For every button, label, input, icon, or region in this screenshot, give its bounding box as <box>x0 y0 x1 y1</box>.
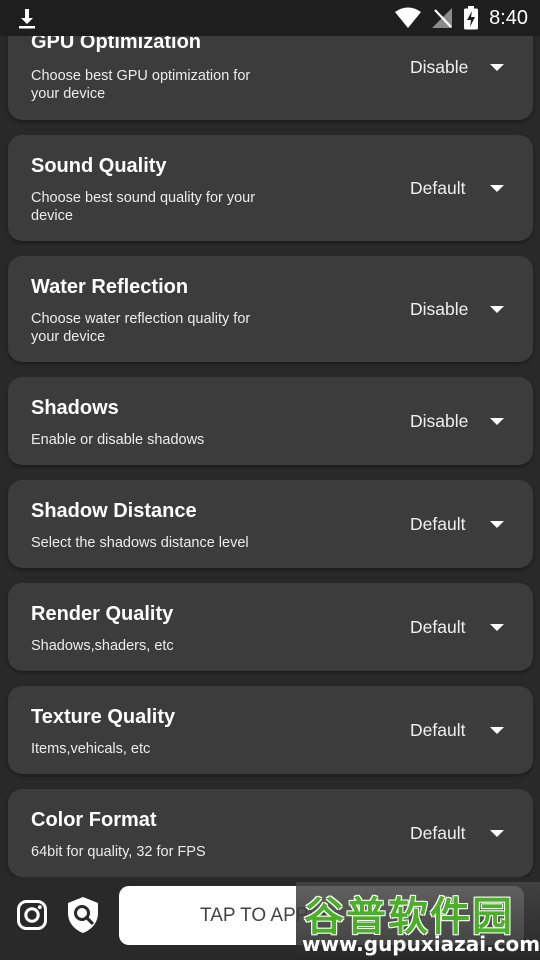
setting-card-shadow-distance: Shadow Distance Select the shadows dista… <box>8 480 533 568</box>
setting-description: Choose water reflection quality for your… <box>31 311 251 345</box>
setting-card-render-quality: Render Quality Shadows,shaders, etc Defa… <box>8 583 533 671</box>
watermark: 谷普软件园 www.gupuxiazai.com <box>296 882 540 960</box>
setting-dropdown[interactable]: Disable <box>403 406 518 436</box>
watermark-url: www.gupuxiazai.com <box>302 932 540 956</box>
instagram-icon[interactable] <box>16 899 48 931</box>
download-icon <box>19 9 35 29</box>
dropdown-value: Default <box>410 822 466 843</box>
setting-card-color-format: Color Format 64bit for quality, 32 for F… <box>8 789 533 877</box>
setting-dropdown[interactable]: Default <box>403 612 518 642</box>
setting-dropdown[interactable]: Disable <box>403 52 518 82</box>
setting-title: Shadows <box>31 397 119 419</box>
setting-description: 64bit for quality, 32 for FPS <box>31 844 206 860</box>
setting-description: Choose best sound quality for your devic… <box>31 190 256 224</box>
setting-description: Enable or disable shadows <box>31 432 205 448</box>
setting-title: Texture Quality <box>31 706 176 728</box>
caret-down-icon <box>490 185 504 192</box>
setting-title: Shadow Distance <box>31 500 197 522</box>
setting-description: Shadows,shaders, etc <box>31 638 174 654</box>
setting-title: Water Reflection <box>31 276 189 298</box>
shield-search-icon[interactable] <box>66 896 100 934</box>
dropdown-value: Default <box>410 513 466 534</box>
setting-description: Select the shadows distance level <box>31 535 249 551</box>
dropdown-value: Default <box>410 177 466 198</box>
setting-card-shadows: Shadows Enable or disable shadows Disabl… <box>8 377 533 465</box>
setting-card-texture-quality: Texture Quality Items,vehicals, etc Defa… <box>8 686 533 774</box>
wifi-icon <box>395 7 422 28</box>
setting-dropdown[interactable]: Default <box>403 818 518 848</box>
dropdown-value: Default <box>410 719 466 740</box>
setting-dropdown[interactable]: Default <box>403 715 518 745</box>
caret-down-icon <box>490 727 504 734</box>
no-signal-icon <box>432 8 453 28</box>
setting-title: Sound Quality <box>31 155 167 177</box>
setting-dropdown[interactable]: Default <box>403 509 518 539</box>
setting-card-water-reflection: Water Reflection Choose water reflection… <box>8 256 533 362</box>
caret-down-icon <box>490 418 504 425</box>
caret-down-icon <box>490 64 504 71</box>
caret-down-icon <box>490 624 504 631</box>
setting-title: Render Quality <box>31 603 174 625</box>
caret-down-icon <box>490 521 504 528</box>
dropdown-value: Disable <box>410 298 469 319</box>
dropdown-value: Default <box>410 616 466 637</box>
setting-dropdown[interactable]: Default <box>403 173 518 203</box>
caret-down-icon <box>490 306 504 313</box>
setting-card-sound-quality: Sound Quality Choose best sound quality … <box>8 135 533 241</box>
clock-time: 8:40 <box>489 6 528 29</box>
setting-description: Items,vehicals, etc <box>31 741 151 757</box>
setting-description: Choose best GPU optimization for your de… <box>31 68 251 102</box>
setting-dropdown[interactable]: Disable <box>403 294 518 324</box>
status-bar: 8:40 <box>0 0 540 36</box>
dropdown-value: Disable <box>410 56 469 77</box>
dropdown-value: Disable <box>410 410 469 431</box>
setting-title: Color Format <box>31 809 157 831</box>
caret-down-icon <box>490 830 504 837</box>
battery-charging-icon <box>464 6 479 30</box>
